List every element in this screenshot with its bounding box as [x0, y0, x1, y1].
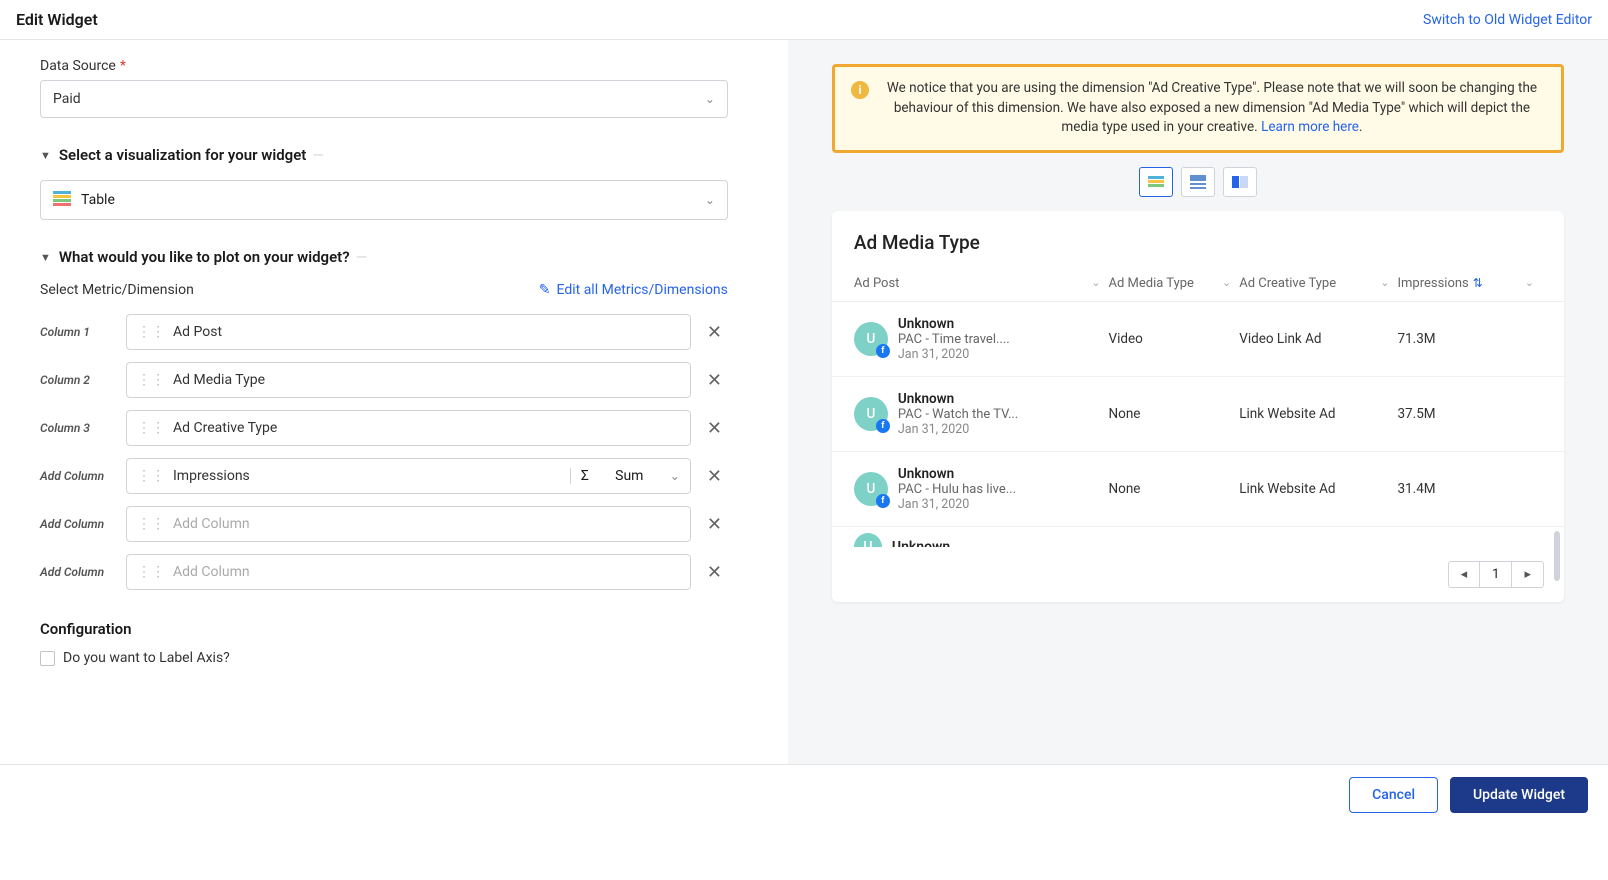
facebook-icon: f [876, 494, 890, 508]
column-input-ad-creative-type[interactable]: ⋮⋮ Ad Creative Type [126, 410, 691, 446]
column-header-ad-post[interactable]: Ad Post⌄ [854, 276, 1109, 291]
configuration-label: Configuration [40, 620, 728, 638]
facebook-icon: f [876, 419, 890, 433]
chevron-down-icon: ⌄ [670, 469, 680, 483]
column-header-ad-media-type[interactable]: Ad Media Type⌄ [1108, 276, 1239, 291]
facebook-icon: f [876, 344, 890, 358]
sort-desc-icon: ⇅ [1473, 276, 1483, 290]
table-icon [53, 191, 71, 209]
table-icon [1148, 176, 1164, 187]
column-header-ad-creative-type[interactable]: Ad Creative Type⌄ [1239, 276, 1397, 291]
split-icon [1232, 176, 1248, 188]
page-current[interactable]: 1 [1479, 561, 1512, 588]
column-input-empty[interactable]: ⋮⋮ Add Column [126, 506, 691, 542]
remove-column-icon[interactable]: ✕ [701, 466, 728, 487]
avatar: Uf [854, 472, 888, 506]
section-plot[interactable]: ▼ What would you like to plot on your wi… [40, 248, 728, 266]
remove-column-icon[interactable]: ✕ [701, 322, 728, 343]
column-input-ad-media-type[interactable]: ⋮⋮ Ad Media Type [126, 362, 691, 398]
preview-card: Ad Media Type Ad Post⌄ Ad Media Type⌄ Ad… [832, 211, 1564, 602]
column-label: Column 3 [40, 421, 116, 435]
chevron-down-icon: ⌄ [1525, 276, 1542, 289]
column-label: Add Column [40, 469, 116, 483]
column-input-ad-post[interactable]: ⋮⋮ Ad Post [126, 314, 691, 350]
table-row[interactable]: Uf Unknown PAC - Watch the TV... Jan 31,… [832, 377, 1564, 452]
page-title: Edit Widget [16, 10, 98, 29]
chevron-down-icon: ⌄ [705, 92, 715, 106]
preview-title: Ad Media Type [832, 211, 1564, 266]
collapse-icon: ▼ [40, 251, 51, 264]
dimension-change-alert: We notice that you are using the dimensi… [832, 64, 1564, 153]
chevron-down-icon: ⌄ [1222, 276, 1239, 289]
remove-column-icon[interactable]: ✕ [701, 418, 728, 439]
chevron-down-icon: ⌄ [1091, 276, 1108, 289]
required-asterisk: * [120, 58, 126, 74]
drag-handle-icon[interactable]: ⋮⋮ [137, 420, 165, 436]
select-metric-label: Select Metric/Dimension [40, 282, 194, 298]
drag-handle-icon[interactable]: ⋮⋮ [137, 324, 165, 340]
switch-editor-link[interactable]: Switch to Old Widget Editor [1423, 12, 1592, 28]
column-header-impressions[interactable]: Impressions ⇅⌄ [1397, 276, 1541, 291]
drag-handle-icon[interactable]: ⋮⋮ [137, 564, 165, 580]
config-panel: Data Source * Paid ⌄ ▼ Select a visualiz… [0, 40, 788, 764]
preview-panel: We notice that you are using the dimensi… [788, 40, 1608, 764]
drag-handle-icon[interactable]: ⋮⋮ [137, 516, 165, 532]
column-label: Column 2 [40, 373, 116, 387]
remove-column-icon[interactable]: ✕ [701, 514, 728, 535]
info-icon [851, 81, 869, 99]
remove-column-icon[interactable]: ✕ [701, 562, 728, 583]
data-source-select[interactable]: Paid ⌄ [40, 80, 728, 118]
learn-more-link[interactable]: Learn more here [1261, 119, 1359, 135]
view-table-button[interactable] [1139, 167, 1173, 197]
table-row[interactable]: Uf Unknown PAC - Time travel.... Jan 31,… [832, 302, 1564, 377]
chevron-down-icon: ⌄ [1380, 276, 1397, 289]
aggregation-select[interactable]: Σ Sum ⌄ [570, 468, 680, 484]
section-visualization[interactable]: ▼ Select a visualization for your widget… [40, 146, 728, 164]
column-label: Add Column [40, 565, 116, 579]
remove-column-icon[interactable]: ✕ [701, 370, 728, 391]
avatar: Uf [854, 397, 888, 431]
drag-handle-icon[interactable]: ⋮⋮ [137, 372, 165, 388]
label-axis-text: Do you want to Label Axis? [63, 650, 230, 666]
avatar: U [854, 533, 882, 547]
column-input-empty[interactable]: ⋮⋮ Add Column [126, 554, 691, 590]
update-widget-button[interactable]: Update Widget [1450, 777, 1588, 813]
collapse-icon: ▼ [40, 149, 51, 162]
table-row[interactable]: Uf Unknown PAC - Hulu has live... Jan 31… [832, 452, 1564, 527]
page-prev-button[interactable]: ◂ [1448, 561, 1480, 588]
avatar: Uf [854, 322, 888, 356]
cancel-button[interactable]: Cancel [1349, 777, 1438, 813]
list-icon [1190, 175, 1206, 189]
page-next-button[interactable]: ▸ [1512, 561, 1544, 588]
scrollbar[interactable] [1554, 531, 1560, 581]
visualization-select[interactable]: Table ⌄ [40, 180, 728, 220]
label-axis-checkbox[interactable] [40, 651, 55, 666]
edit-all-metrics-link[interactable]: ✎ Edit all Metrics/Dimensions [539, 282, 728, 298]
table-row[interactable]: U Unknown [832, 527, 1564, 547]
column-label: Column 1 [40, 325, 116, 339]
data-source-value: Paid [53, 91, 81, 107]
view-list-button[interactable] [1181, 167, 1215, 197]
data-source-label: Data Source [40, 58, 116, 74]
column-label: Add Column [40, 517, 116, 531]
sigma-icon: Σ [581, 468, 589, 484]
column-input-impressions[interactable]: ⋮⋮ Impressions Σ Sum ⌄ [126, 458, 691, 494]
visualization-value: Table [81, 192, 115, 208]
drag-handle-icon[interactable]: ⋮⋮ [137, 468, 165, 484]
view-split-button[interactable] [1223, 167, 1257, 197]
pencil-icon: ✎ [539, 282, 551, 298]
chevron-down-icon: ⌄ [705, 193, 715, 207]
